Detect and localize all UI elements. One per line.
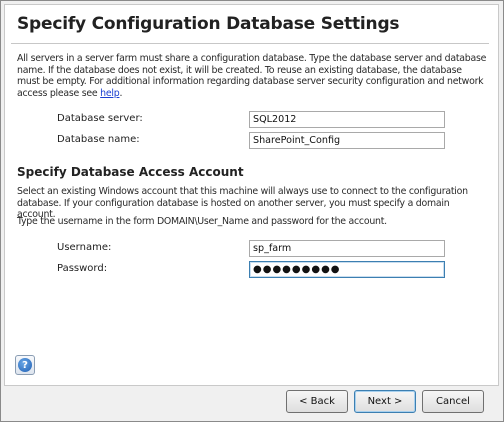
wizard-content: Specify Configuration Database Settings … — [4, 4, 499, 386]
intro-paragraph: All servers in a server farm must share … — [17, 53, 487, 99]
question-mark-icon: ? — [18, 358, 32, 372]
help-link[interactable]: help — [100, 88, 120, 99]
intro-end: . — [119, 87, 123, 99]
password-input[interactable]: ●●●●●●●●● — [249, 261, 445, 278]
cancel-button[interactable]: Cancel — [422, 390, 484, 413]
page-title: Specify Configuration Database Settings — [17, 14, 400, 34]
wizard-window: Specify Configuration Database Settings … — [0, 0, 504, 422]
title-divider — [11, 43, 489, 44]
username-input[interactable]: sp_farm — [249, 240, 445, 257]
back-button[interactable]: < Back — [286, 390, 348, 413]
database-server-label: Database server: — [57, 113, 143, 124]
account-format-hint: Type the username in the form DOMAIN\Use… — [17, 216, 387, 227]
database-server-input[interactable]: SQL2012 — [249, 111, 445, 128]
database-name-input[interactable]: SharePoint_Config — [249, 132, 445, 149]
section-title-access-account: Specify Database Access Account — [17, 165, 244, 179]
database-name-label: Database name: — [57, 134, 140, 145]
intro-text: All servers in a server farm must share … — [17, 53, 487, 99]
username-label: Username: — [57, 242, 112, 253]
password-label: Password: — [57, 263, 108, 274]
help-button[interactable]: ? — [15, 355, 35, 375]
next-button[interactable]: Next > — [354, 390, 416, 413]
